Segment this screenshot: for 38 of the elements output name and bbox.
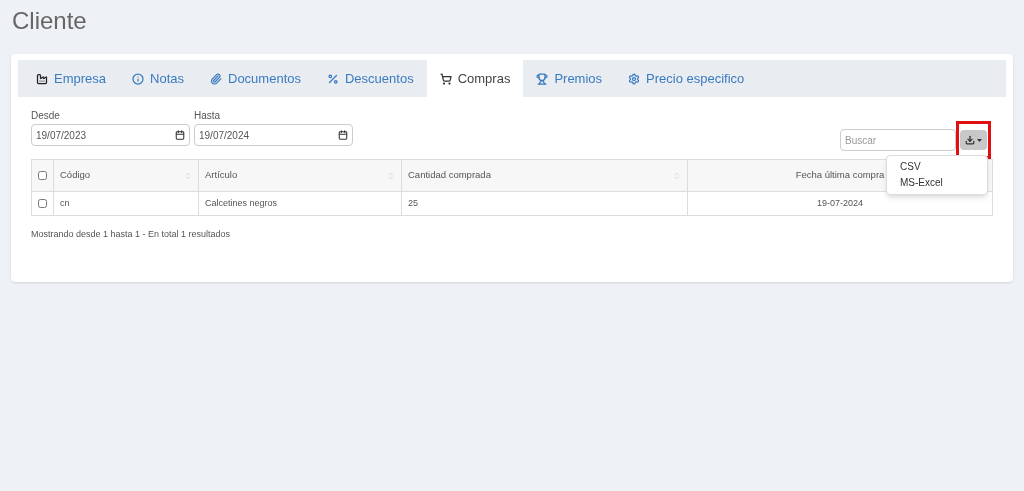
calendar-icon (175, 130, 185, 140)
column-header[interactable]: Artículo (205, 168, 238, 183)
paperclip-icon (210, 72, 222, 85)
percent-icon (327, 72, 339, 85)
tab[interactable]: Compras (426, 60, 524, 97)
tab[interactable]: Precio especifico (615, 60, 758, 97)
column-header[interactable]: Código (60, 168, 91, 183)
results-summary: Mostrando desde 1 hasta 1 - En total 1 resultados (31, 228, 231, 241)
date-field[interactable]: 19/07/2023 (31, 124, 190, 146)
column-header[interactable]: Cantidad comprada (408, 168, 491, 183)
tab[interactable]: Empresa (23, 60, 120, 97)
select-all-checkbox[interactable] (38, 171, 47, 180)
menu-item[interactable]: CSV (887, 159, 987, 175)
row-checkbox[interactable] (38, 199, 47, 208)
factory-icon (36, 72, 48, 85)
page-title: Cliente (11, 6, 88, 36)
tab[interactable]: Descuentos (314, 60, 427, 97)
caret-icon (977, 138, 982, 142)
info-icon (132, 72, 145, 85)
cart-icon (439, 72, 452, 85)
calendar-icon (338, 130, 348, 140)
menu-item[interactable]: MS-Excel (887, 175, 987, 191)
table-cell-text: 19-07-2024 (815, 196, 864, 210)
field-label: Desde (31, 109, 60, 123)
tab[interactable]: Notas (119, 60, 197, 97)
gear-icon (628, 72, 641, 85)
tab[interactable]: Premios (523, 60, 616, 97)
search-field[interactable]: Buscar (840, 129, 956, 151)
date-field[interactable]: 19/07/2024 (194, 124, 353, 146)
column-header[interactable]: Fecha última compra (795, 168, 885, 183)
export-button[interactable] (960, 130, 987, 150)
tab[interactable]: Documentos (197, 60, 314, 97)
table-cell: Calcetines negros (199, 192, 402, 215)
trophy-icon (536, 72, 549, 85)
table-cell: 25 (402, 192, 688, 215)
table-cell: cn (54, 192, 199, 215)
field-label: Hasta (194, 109, 221, 123)
download-icon (965, 135, 975, 145)
